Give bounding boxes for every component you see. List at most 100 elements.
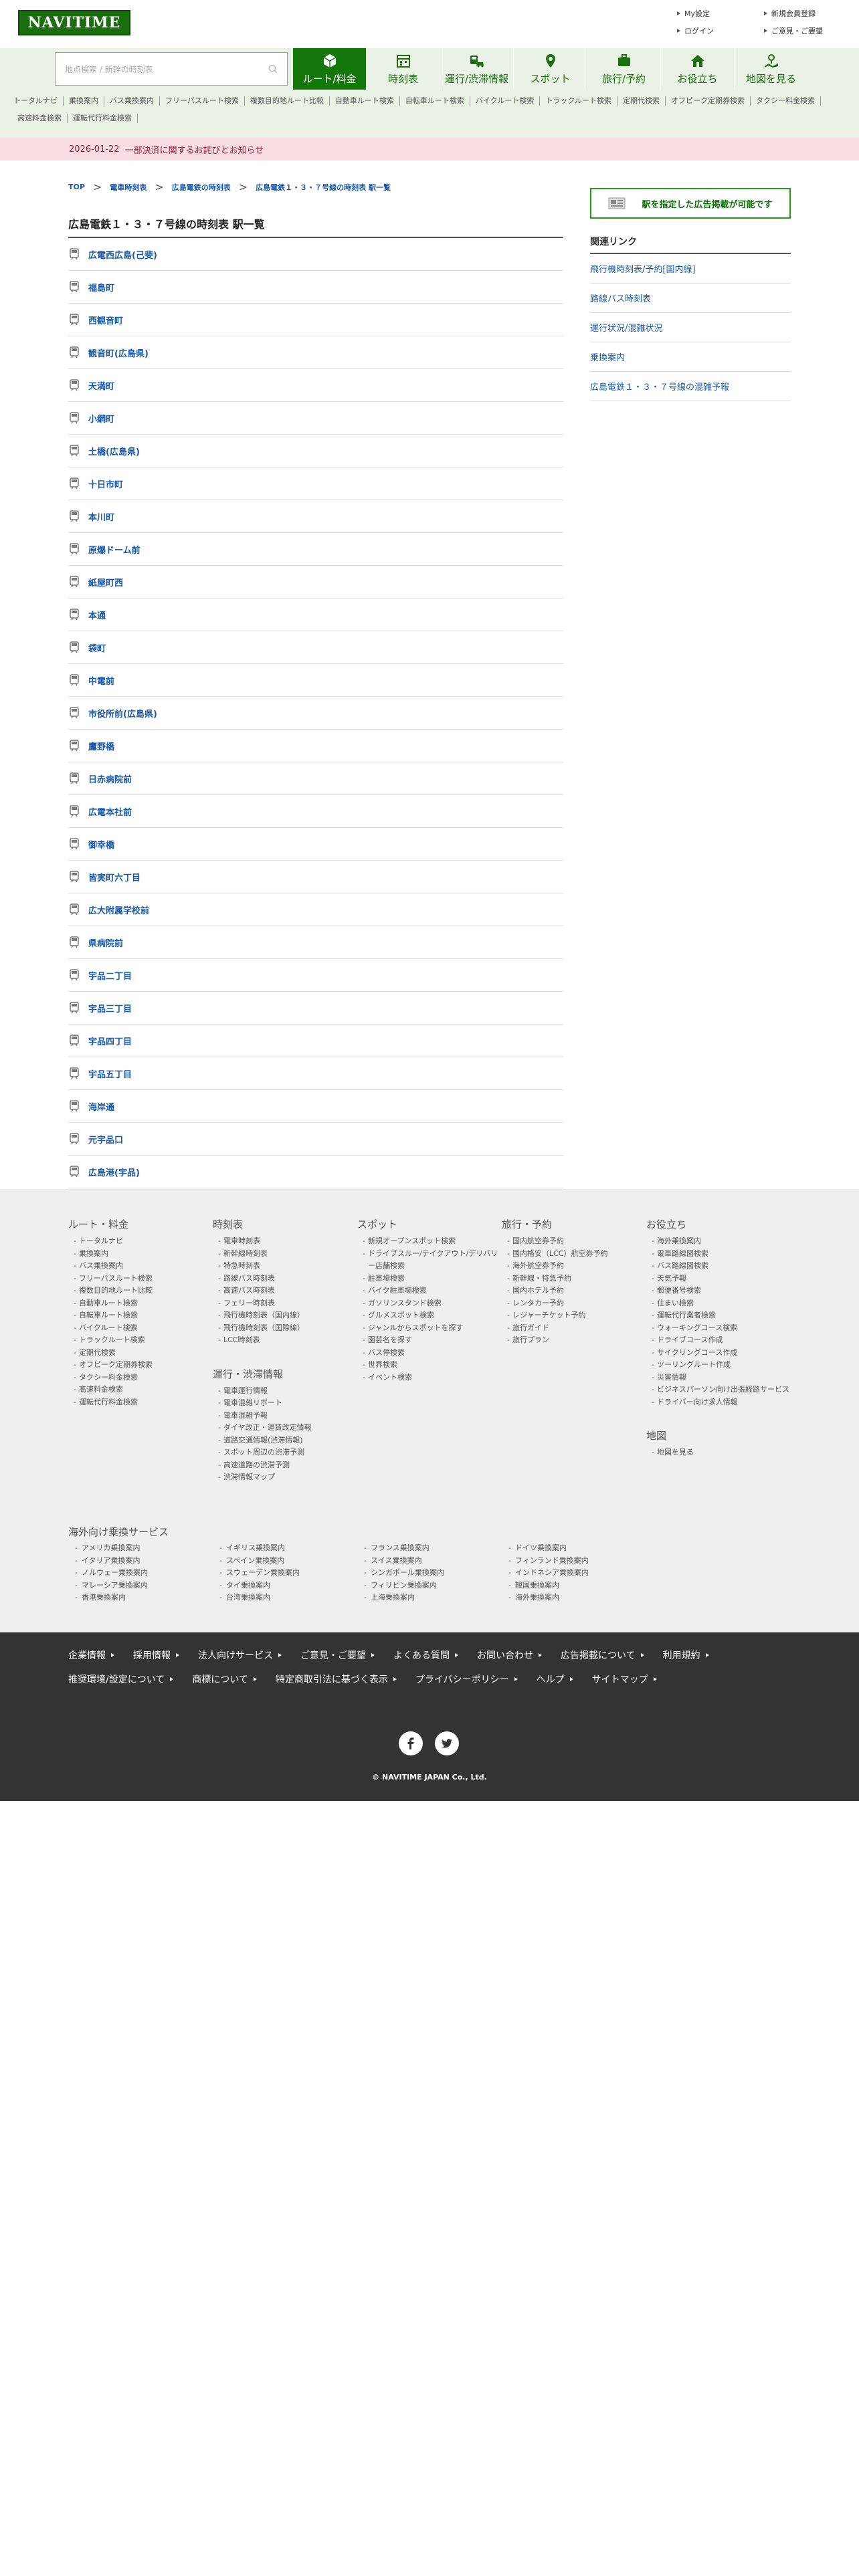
footer-link[interactable]: 旅行ガイド: [502, 1322, 646, 1335]
footer-link[interactable]: バス乗換案内: [68, 1260, 213, 1273]
footer-link[interactable]: レンタカー予約: [502, 1297, 646, 1310]
station-name[interactable]: 鷹野橋: [88, 740, 114, 752]
footer-link[interactable]: トータルナビ: [68, 1235, 213, 1248]
footer-link[interactable]: 新幹線・特急予約: [502, 1273, 646, 1285]
footer-link[interactable]: バス停検索: [357, 1347, 502, 1360]
station-item[interactable]: 土橋(広島県): [68, 435, 563, 467]
nav-useful[interactable]: お役立ち: [660, 48, 734, 90]
subnav-link[interactable]: フリーパスルート検索: [160, 96, 245, 106]
footer-link[interactable]: サイクリングコース作成: [646, 1347, 791, 1360]
footer-link[interactable]: 道路交通情報(渋滞情報): [213, 1434, 357, 1447]
station-name[interactable]: 十日市町: [88, 477, 123, 490]
station-name[interactable]: 日赤病院前: [88, 772, 132, 785]
footer-link[interactable]: 災害情報: [646, 1372, 791, 1384]
subnav-link[interactable]: トラックルート検索: [540, 96, 618, 106]
footer-link[interactable]: 運転代行料金検索: [68, 1396, 213, 1409]
footer-link[interactable]: 高速道路の渋滞予測: [213, 1459, 357, 1472]
station-name[interactable]: 広島港(宇品): [88, 1166, 140, 1178]
station-item[interactable]: 本川町: [68, 500, 563, 533]
nav-timetable[interactable]: 時刻表: [366, 48, 440, 90]
station-item[interactable]: 小網町: [68, 402, 563, 435]
station-name[interactable]: 御幸橋: [88, 838, 114, 851]
station-item[interactable]: 広島港(宇品): [68, 1156, 563, 1188]
footer-link[interactable]: フェリー時刻表: [213, 1297, 357, 1310]
search-input[interactable]: 地点検索 / 新幹の時刻表: [55, 52, 288, 86]
station-item[interactable]: 宇品二丁目: [68, 959, 563, 992]
station-name[interactable]: 宇品三丁目: [88, 1002, 132, 1014]
footer-link[interactable]: 海外航空券予約: [502, 1260, 646, 1273]
station-item[interactable]: 本通: [68, 599, 563, 631]
footer-link[interactable]: 自動車ルート検索: [68, 1297, 213, 1310]
facebook-icon[interactable]: [399, 1731, 423, 1755]
nav-route-fare[interactable]: ルート/料金: [292, 48, 366, 90]
footer-link[interactable]: 定期代検索: [68, 1347, 213, 1360]
station-item[interactable]: 海岸通: [68, 1090, 563, 1123]
footer-link[interactable]: 路線バス時刻表: [213, 1273, 357, 1285]
footer-link[interactable]: 郵便番号検索: [646, 1285, 791, 1297]
subnav-link[interactable]: トータルナビ: [12, 96, 64, 106]
footer-link[interactable]: フリーパスルート検索: [68, 1273, 213, 1285]
footer-link[interactable]: 特急時刻表: [213, 1260, 357, 1273]
footer-link[interactable]: イベント検索: [357, 1372, 502, 1384]
login-link[interactable]: ログイン: [677, 25, 764, 36]
footer-link[interactable]: ダイヤ改正・運賃改定情報: [213, 1422, 357, 1434]
station-item[interactable]: 御幸橋: [68, 828, 563, 861]
station-item[interactable]: 西観音町: [68, 304, 563, 336]
footer-link[interactable]: バイクルート検索: [68, 1322, 213, 1335]
overseas-link[interactable]: 海外乗換案内: [502, 1592, 646, 1604]
overseas-link[interactable]: マレーシア乗換案内: [68, 1580, 213, 1592]
station-name[interactable]: 宇品四丁目: [88, 1035, 132, 1047]
breadcrumb-train-timetable[interactable]: 電車時刻表: [110, 182, 147, 193]
station-item[interactable]: 広電西広島(己斐): [68, 238, 563, 271]
footer-link[interactable]: 電車時刻表: [213, 1235, 357, 1248]
station-item[interactable]: 県病院前: [68, 926, 563, 959]
related-link-congestion[interactable]: 広島電鉄１・３・７号線の混雑予報: [590, 372, 791, 401]
footer-corporate-link[interactable]: 商標について: [192, 1673, 257, 1686]
footer-link[interactable]: ガソリンスタンド検索: [357, 1297, 502, 1310]
station-name[interactable]: 広電西広島(己斐): [88, 248, 157, 261]
footer-link[interactable]: ドライバー向け求人情報: [646, 1396, 791, 1409]
footer-corporate-link[interactable]: 利用規約: [663, 1648, 709, 1662]
footer-link[interactable]: 乗換案内: [68, 1248, 213, 1261]
station-item[interactable]: 広大附属学校前: [68, 893, 563, 926]
station-name[interactable]: 土橋(広島県): [88, 445, 140, 457]
nav-map[interactable]: 地図を見る: [734, 48, 807, 90]
station-name[interactable]: 宇品二丁目: [88, 969, 132, 982]
station-name[interactable]: 本川町: [88, 510, 114, 523]
overseas-link[interactable]: スペイン乗換案内: [213, 1555, 357, 1568]
subnav-link[interactable]: 自動車ルート検索: [330, 96, 400, 106]
station-name[interactable]: 福島町: [88, 281, 114, 294]
station-item[interactable]: 宇品三丁目: [68, 992, 563, 1025]
signup-link[interactable]: 新規会員登録: [764, 8, 851, 19]
my-settings-link[interactable]: My設定: [677, 8, 764, 19]
station-item[interactable]: 原爆ドーム前: [68, 533, 563, 566]
footer-link[interactable]: 高速料金検索: [68, 1384, 213, 1396]
footer-corporate-link[interactable]: 法人向けサービス: [198, 1648, 282, 1662]
overseas-link[interactable]: フランス乗換案内: [357, 1542, 502, 1555]
footer-link[interactable]: 世界検索: [357, 1359, 502, 1372]
related-link-bus[interactable]: 路線バス時刻表: [590, 284, 791, 313]
station-name[interactable]: 袋町: [88, 641, 106, 654]
nav-travel[interactable]: 旅行/予約: [587, 48, 660, 90]
navitime-logo[interactable]: NAVITIME: [18, 10, 130, 35]
station-name[interactable]: 観音町(広島県): [88, 346, 149, 359]
station-item[interactable]: 観音町(広島県): [68, 336, 563, 369]
station-name[interactable]: 市役所前(広島県): [88, 707, 157, 720]
footer-link[interactable]: 飛行機時刻表（国際線）: [213, 1322, 357, 1335]
breadcrumb-hiroden-timetable[interactable]: 広島電鉄の時刻表: [172, 182, 231, 193]
notice-bar[interactable]: 2026-01-22 一部決済に関するお詫びとお知らせ: [0, 138, 859, 160]
footer-link[interactable]: LCC時刻表: [213, 1334, 357, 1347]
ad-placement-button[interactable]: 駅を指定した広告掲載が可能です: [590, 188, 791, 219]
footer-link[interactable]: バイク駐車場検索: [357, 1285, 502, 1297]
station-name[interactable]: 天満町: [88, 379, 114, 392]
subnav-link[interactable]: 乗換案内: [64, 96, 104, 106]
station-name[interactable]: 広大附属学校前: [88, 903, 149, 916]
footer-link[interactable]: ウォーキングコース検索: [646, 1322, 791, 1335]
related-link-transfer[interactable]: 乗換案内: [590, 342, 791, 372]
footer-link[interactable]: 高速バス時刻表: [213, 1285, 357, 1297]
overseas-link[interactable]: アメリカ乗換案内: [68, 1542, 213, 1555]
subnav-link[interactable]: 複数目的地ルート比較: [245, 96, 330, 106]
station-name[interactable]: 県病院前: [88, 936, 123, 949]
subnav-link[interactable]: タクシー料金検索: [751, 96, 822, 106]
overseas-link[interactable]: インドネシア乗換案内: [502, 1567, 646, 1580]
